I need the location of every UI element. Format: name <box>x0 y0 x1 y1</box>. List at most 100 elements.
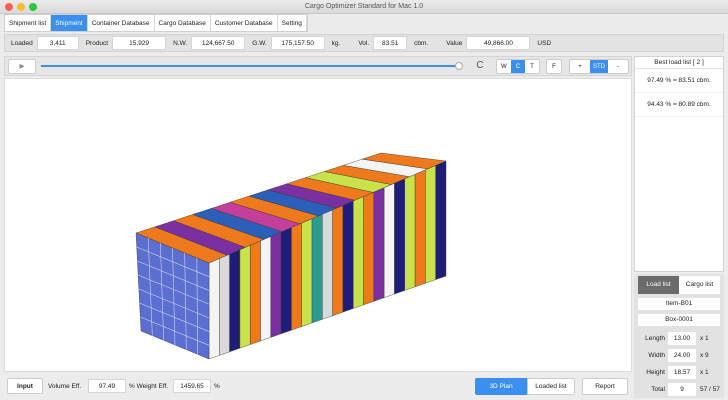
cargo-box-side <box>414 169 426 288</box>
cargo-box-side <box>311 213 323 324</box>
cargo-box-side <box>260 236 272 342</box>
weight-eff-label: % Weight Eff. <box>129 383 169 390</box>
vol-label: Vol. <box>358 39 370 47</box>
best-load-item[interactable]: 94.43 % = 80.89 cbm. <box>635 93 723 117</box>
value-field[interactable]: 49,866.00 <box>466 36 531 50</box>
vol-field[interactable]: 83.51 <box>373 36 408 50</box>
tab-shipment[interactable]: Shipment <box>51 15 88 31</box>
total-field[interactable]: 9 <box>668 383 696 396</box>
input-button[interactable]: Input <box>7 378 43 394</box>
width-row: Width 24.00 x 9 <box>634 349 724 363</box>
container-3d-render[interactable] <box>5 79 633 373</box>
zoom-in-button[interactable]: + <box>570 60 590 73</box>
total-label: Total <box>651 386 665 393</box>
cargo-box-side <box>373 187 385 302</box>
item-field[interactable]: Item-B01 <box>638 298 720 310</box>
tab-cargo-database[interactable]: Cargo Database <box>155 15 211 31</box>
view-f-segment: F <box>546 59 562 74</box>
cargo-box-side <box>301 218 313 327</box>
zoom-segment: + STD - <box>569 59 629 74</box>
kg-unit: kg. <box>331 39 341 47</box>
product-field[interactable]: 15,929 <box>112 36 167 50</box>
cargo-box-side <box>404 174 416 291</box>
percent-unit: % <box>214 383 220 390</box>
cargo-box-side <box>270 231 282 338</box>
view-f-button[interactable]: F <box>547 60 561 73</box>
main-tabs: Shipment list Shipment Container Databas… <box>4 14 308 32</box>
report-button[interactable]: Report <box>582 378 628 395</box>
minimize-icon[interactable] <box>17 3 25 11</box>
volume-eff-field[interactable]: 97.49 <box>88 379 126 393</box>
length-mult: x 1 <box>700 335 709 342</box>
cargo-box-side <box>280 227 292 335</box>
tab-load-list[interactable]: Load list <box>638 276 679 294</box>
gw-field[interactable]: 175,157.50 <box>270 36 325 50</box>
weight-eff-field[interactable]: 1459.65 <box>173 379 211 393</box>
refresh-button[interactable]: C <box>471 58 489 75</box>
view-t-button[interactable]: T <box>525 60 539 73</box>
cargo-box-side <box>435 160 447 280</box>
box-field[interactable]: Box-0001 <box>638 314 720 326</box>
tab-setting[interactable]: Setting <box>278 15 307 31</box>
cargo-box-side <box>342 200 354 313</box>
footer-bar: Input Volume Eff. 97.49 % Weight Eff. 14… <box>4 378 632 396</box>
cargo-box-side <box>383 182 395 298</box>
total-count: 57 / 57 <box>700 386 720 393</box>
loaded-field[interactable]: 3,411 <box>36 36 79 50</box>
cargo-box-side <box>363 191 375 306</box>
cargo-box-side <box>219 253 230 356</box>
cargo-box-side <box>250 240 261 345</box>
nw-label: N.W. <box>173 39 188 47</box>
nw-field[interactable]: 124,667.50 <box>191 36 246 50</box>
cargo-box-side <box>291 222 302 331</box>
panel-tabs: Load list Cargo list <box>638 276 720 294</box>
3d-plan-button[interactable]: 3D Plan <box>475 378 527 395</box>
cargo-box-side <box>322 209 333 320</box>
length-row: Length 13.00 x 1 <box>634 332 724 346</box>
playback-bar: ▶ C W C T F + STD - <box>4 56 632 76</box>
cargo-box-side <box>332 205 344 316</box>
tab-container-database[interactable]: Container Database <box>88 15 155 31</box>
zoom-std-button[interactable]: STD <box>590 60 608 73</box>
width-field[interactable]: 24.00 <box>668 349 696 362</box>
zoom-out-button[interactable]: - <box>608 60 628 73</box>
cargo-box-side <box>229 249 241 353</box>
gw-label: G.W. <box>252 39 267 47</box>
height-field[interactable]: 18.57 <box>668 366 696 379</box>
length-label: Length <box>645 335 665 342</box>
3d-view[interactable] <box>4 78 632 372</box>
summary-bar: Loaded 3,411 Product 15,929 N.W. 124,667… <box>4 34 724 52</box>
best-load-item[interactable]: 97.49 % = 83.51 cbm. <box>635 69 723 93</box>
height-label: Height <box>646 369 665 376</box>
close-icon[interactable] <box>5 3 13 11</box>
window-title: Cargo Optimizer Standard for Mac 1.0 <box>304 3 424 10</box>
play-button[interactable]: ▶ <box>8 59 36 74</box>
length-field[interactable]: 13.00 <box>668 332 696 345</box>
slider-handle[interactable] <box>455 62 463 70</box>
cargo-box-side <box>353 196 364 309</box>
title-bar: Cargo Optimizer Standard for Mac 1.0 <box>0 0 728 14</box>
height-row: Height 18.57 x 1 <box>634 366 724 380</box>
product-label: Product <box>85 39 109 47</box>
tab-customer-database[interactable]: Customer Database <box>211 15 278 31</box>
view-c-button[interactable]: C <box>511 60 525 73</box>
tab-cargo-list[interactable]: Cargo list <box>679 276 720 294</box>
loaded-list-button[interactable]: Loaded list <box>527 378 575 395</box>
value-label: Value <box>446 39 463 47</box>
width-mult: x 9 <box>700 352 709 359</box>
height-mult: x 1 <box>700 369 709 376</box>
best-load-list: Best load list [ 2 ] 97.49 % = 83.51 cbm… <box>634 56 724 272</box>
cbm-unit: cbm. <box>414 39 429 47</box>
cargo-detail-panel: Load list Cargo list Item-B01 Box-0001 L… <box>634 274 724 398</box>
loaded-label: Loaded <box>11 39 33 47</box>
progress-slider[interactable] <box>41 65 459 67</box>
usd-unit: USD <box>537 39 552 47</box>
tab-shipment-list[interactable]: Shipment list <box>5 15 52 31</box>
width-label: Width <box>648 352 665 359</box>
view-w-button[interactable]: W <box>497 60 511 73</box>
zoom-icon[interactable] <box>29 3 37 11</box>
cargo-box-side <box>208 258 220 360</box>
total-row: Total 9 57 / 57 <box>634 383 724 397</box>
cargo-box-side <box>425 165 436 284</box>
window-controls[interactable] <box>5 3 37 11</box>
